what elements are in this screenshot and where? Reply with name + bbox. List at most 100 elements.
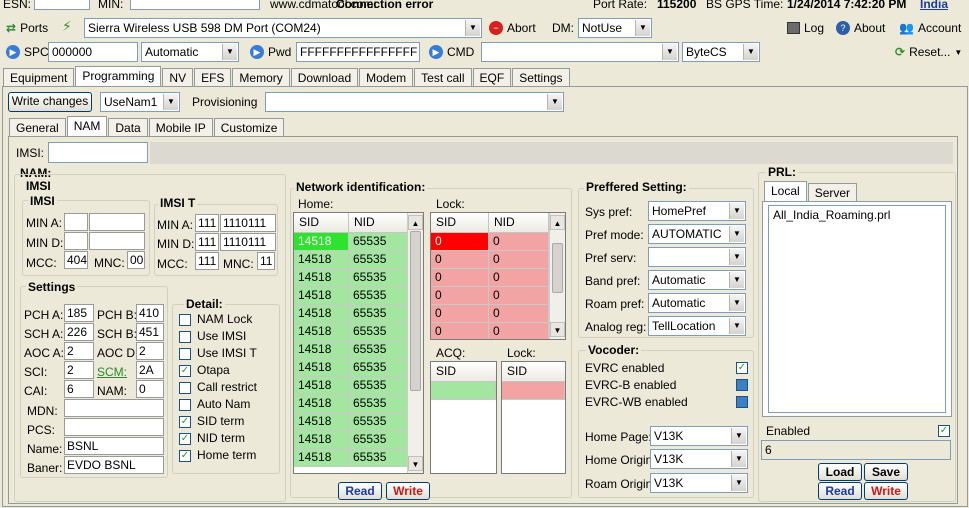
spc-input[interactable]: 000000 — [48, 42, 138, 62]
subtab-customize[interactable]: Customize — [213, 118, 285, 137]
ports-button[interactable]: ⇄ Ports — [2, 18, 52, 38]
home-page-select[interactable]: V13K ▼ — [650, 426, 748, 446]
checkbox[interactable] — [179, 330, 191, 343]
checkbox[interactable] — [179, 347, 191, 360]
mnc-field[interactable]: 00 — [127, 251, 145, 269]
sci-field[interactable]: 2 — [64, 361, 94, 379]
pwd-input[interactable]: FFFFFFFFFFFFFFFF — [296, 42, 420, 62]
tab-settings[interactable]: Settings — [512, 68, 570, 87]
t-mcc-field[interactable]: 111 — [195, 252, 219, 270]
checkbox[interactable] — [179, 381, 191, 394]
tab-memory[interactable]: Memory — [232, 68, 290, 87]
home-nid-cell[interactable]: 65535 — [349, 377, 409, 395]
min-a-field-1[interactable] — [64, 213, 88, 231]
lock-nid-cell[interactable]: 0 — [489, 233, 549, 251]
checkbox[interactable]: ✓ — [179, 432, 191, 445]
lock-nid-cell[interactable]: 0 — [489, 269, 549, 287]
lock-nid-cell[interactable]: 0 — [489, 287, 549, 305]
lock-sid-cell[interactable]: 0 — [431, 323, 489, 339]
reset-button[interactable]: ⟳ Reset... ▼ — [891, 42, 966, 62]
table-row[interactable]: 14518 65535 — [294, 251, 423, 269]
home-scrollbar[interactable]: ▲ ▼ — [407, 213, 423, 473]
lock-sid-cell[interactable]: 0 — [431, 251, 489, 269]
pcs-field[interactable] — [64, 418, 164, 436]
lock-sid-header[interactable]: SID — [431, 213, 489, 232]
evrcb-checkbox[interactable] — [736, 379, 748, 391]
user-nam-select[interactable]: UseNam1 ▼ — [100, 92, 180, 112]
home-nid-cell[interactable]: 65535 — [349, 341, 409, 359]
checkbox[interactable] — [179, 313, 191, 326]
home-sid-cell[interactable]: 14518 — [294, 413, 349, 431]
tab-efs[interactable]: EFS — [194, 68, 232, 87]
region-link[interactable]: India — [920, 0, 948, 11]
min-d-field-2[interactable] — [89, 232, 145, 250]
tab-programming[interactable]: Programming — [75, 66, 162, 87]
lock-sid-cell[interactable]: 0 — [431, 287, 489, 305]
pref-mode-select[interactable]: AUTOMATIC ▼ — [648, 224, 746, 244]
detail-item[interactable]: NAM Lock — [179, 312, 279, 329]
name-field[interactable]: BSNL — [64, 437, 164, 455]
table-row[interactable]: 14518 65535 — [294, 269, 423, 287]
pch-a-field[interactable]: 185 — [64, 304, 94, 322]
table-row[interactable]: 14518 65535 — [294, 323, 423, 341]
abort-button[interactable]: − Abort — [485, 18, 540, 38]
tab-modem[interactable]: Modem — [359, 68, 414, 87]
lock-sid-cell[interactable]: 0 — [431, 233, 489, 251]
lock2-row[interactable] — [502, 382, 565, 400]
tab-test-call[interactable]: Test call — [414, 68, 472, 87]
mdn-field[interactable] — [64, 399, 164, 417]
prl-tab-local[interactable]: Local — [764, 181, 807, 202]
tab-equipment[interactable]: Equipment — [3, 68, 75, 87]
aoc-a-field[interactable]: 2 — [64, 342, 94, 360]
scroll-thumb[interactable] — [410, 231, 421, 391]
scroll-down-icon[interactable]: ▼ — [550, 322, 565, 337]
home-nid-cell[interactable]: 65535 — [349, 449, 409, 467]
acq-row[interactable] — [431, 382, 496, 400]
home-sid-cell[interactable]: 14518 — [294, 233, 349, 251]
account-button[interactable]: 👥 Account — [895, 18, 965, 38]
detail-item[interactable]: Auto Nam — [179, 397, 279, 414]
table-row[interactable]: 00 — [431, 251, 565, 269]
home-nid-cell[interactable]: 65535 — [349, 359, 409, 377]
home-origin-select[interactable]: V13K ▼ — [650, 449, 748, 469]
home-nid-cell[interactable]: 65535 — [349, 233, 409, 251]
home-nid-cell[interactable]: 65535 — [349, 269, 409, 287]
home-sid-cell[interactable]: 14518 — [294, 377, 349, 395]
dm-select[interactable]: NotUse ▼ — [578, 18, 652, 38]
home-sid-cell[interactable]: 14518 — [294, 269, 349, 287]
table-row[interactable]: 14518 65535 — [294, 233, 423, 251]
nam-field[interactable]: 0 — [136, 380, 164, 398]
home-nid-cell[interactable]: 65535 — [349, 305, 409, 323]
lock-nid-cell[interactable]: 0 — [489, 251, 549, 269]
write-changes-button[interactable]: Write changes — [8, 92, 92, 112]
home-sid-cell[interactable]: 14518 — [294, 395, 349, 413]
home-sid-cell[interactable]: 14518 — [294, 305, 349, 323]
spc-button[interactable]: ▶ SPC — [2, 42, 53, 62]
table-row[interactable]: 00 — [431, 305, 565, 323]
prl-write-button[interactable]: Write — [864, 482, 908, 500]
mcc-field[interactable]: 404 — [64, 251, 88, 269]
detail-item[interactable]: ✓ Home term — [179, 448, 279, 465]
sch-a-field[interactable]: 226 — [64, 323, 94, 341]
home-sid-cell[interactable]: 14518 — [294, 449, 349, 467]
pwd-button[interactable]: ▶ Pwd — [246, 42, 295, 62]
evrcwb-checkbox[interactable] — [736, 396, 748, 408]
lock2-table[interactable]: SID — [501, 361, 566, 474]
home-sid-cell[interactable]: 14518 — [294, 341, 349, 359]
checkbox[interactable]: ✓ — [179, 415, 191, 428]
lock2-sid-header[interactable]: SID — [502, 362, 565, 381]
scroll-up-icon[interactable]: ▲ — [408, 215, 423, 230]
aoc-d-field[interactable]: 2 — [136, 342, 164, 360]
cmd-button[interactable]: ▶ CMD — [425, 42, 478, 62]
home-sid-cell[interactable]: 14518 — [294, 431, 349, 449]
subtab-general[interactable]: General — [9, 118, 66, 137]
table-row[interactable]: 00 — [431, 269, 565, 287]
t-min-d-field-2[interactable]: 1110111 — [220, 233, 276, 251]
plug-icon[interactable]: ⚡ — [62, 18, 80, 38]
provisioning-select[interactable]: ▼ — [265, 92, 564, 112]
acq-sid-header[interactable]: SID — [431, 362, 496, 381]
t-min-a-field-2[interactable]: 1110111 — [220, 214, 276, 232]
cmd-select[interactable]: ▼ — [481, 42, 679, 62]
home-nid-cell[interactable]: 65535 — [349, 395, 409, 413]
pref-serv-select[interactable]: ▼ — [648, 247, 746, 267]
